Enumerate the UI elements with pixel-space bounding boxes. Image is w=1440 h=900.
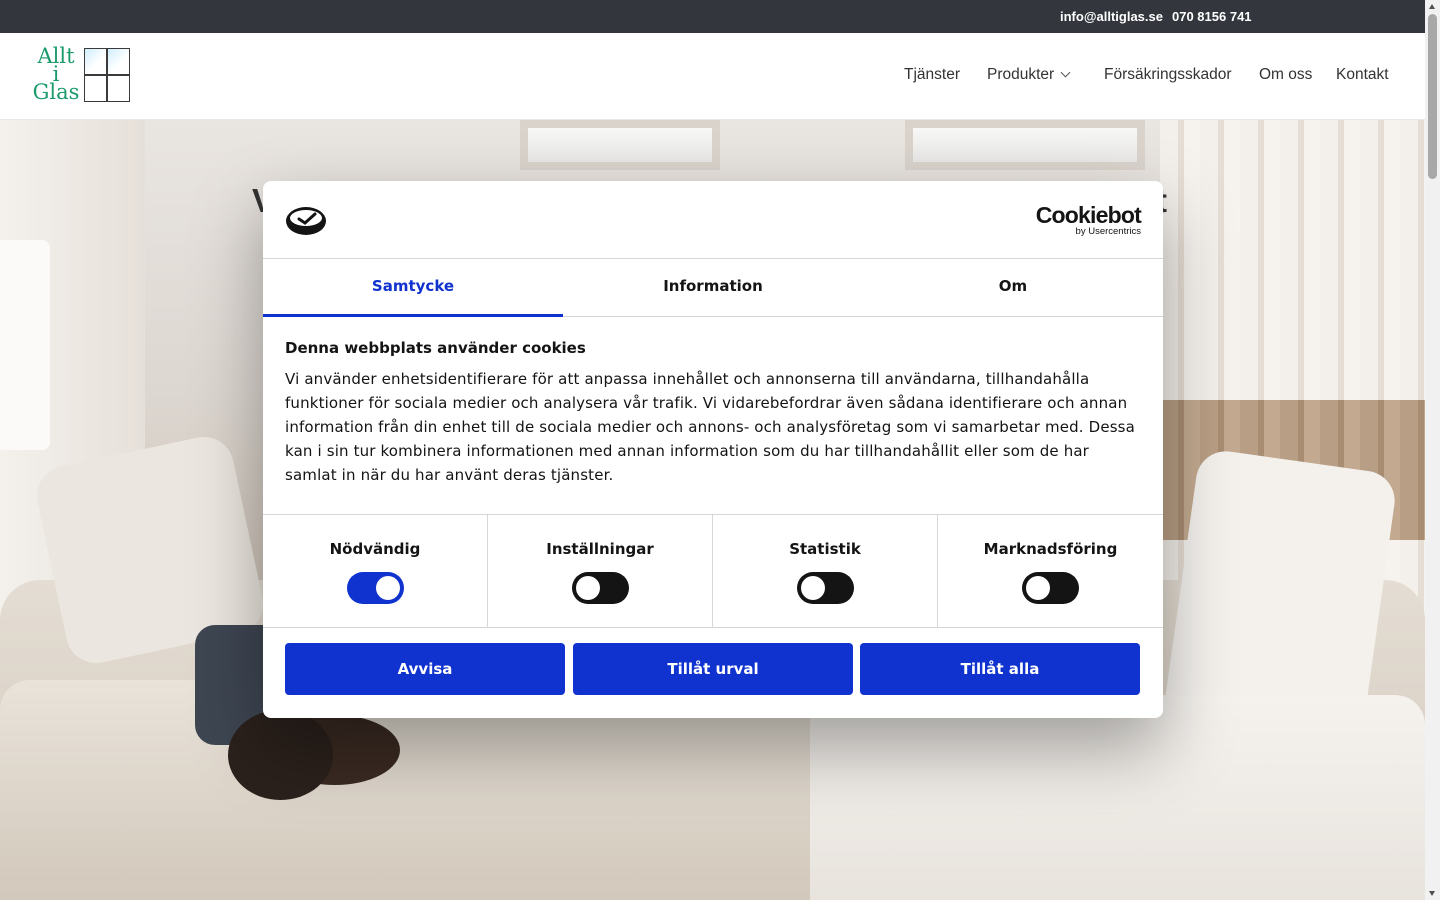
cookie-consent-dialog: Cookiebot by Usercentrics Samtycke Infor… xyxy=(263,181,1163,718)
category-nodvandig: Nödvändig xyxy=(263,515,488,628)
phone-link[interactable]: 070 8156 741 xyxy=(1172,9,1252,24)
nav-item-tjanster[interactable]: Tjänster xyxy=(904,66,960,84)
toggle-nodvandig[interactable] xyxy=(346,572,404,604)
nav-item-produkter[interactable]: Produkter xyxy=(987,66,1071,84)
scrollbar-thumb[interactable] xyxy=(1428,14,1437,179)
tab-om[interactable]: Om xyxy=(863,259,1163,317)
cookiebot-logo-text: Cookiebot xyxy=(1035,202,1142,228)
allow-selection-button[interactable]: Tillåt urval xyxy=(573,643,853,695)
window xyxy=(520,120,720,170)
nav-item-om-oss[interactable]: Om oss xyxy=(1259,66,1312,84)
category-installningar: Inställningar xyxy=(488,515,713,628)
category-label: Inställningar xyxy=(546,540,654,558)
sofa-seat xyxy=(810,695,1425,900)
category-statistik: Statistik xyxy=(713,515,938,628)
logo-text: Allt i Glas xyxy=(30,46,82,104)
site-logo[interactable]: Allt i Glas xyxy=(30,46,132,105)
scroll-up-icon[interactable] xyxy=(1429,4,1435,9)
toggle-statistik[interactable] xyxy=(796,572,854,604)
category-label: Marknadsföring xyxy=(983,540,1118,558)
consent-categories: Nödvändig Inställningar Statistik Markna… xyxy=(263,514,1163,628)
toggle-installningar[interactable] xyxy=(571,572,629,604)
cookie-brand-icon xyxy=(286,207,326,235)
logo-text-line: Glas xyxy=(32,80,80,104)
cookiebot-logo-subtext: by Usercentrics xyxy=(1075,226,1141,237)
email-link[interactable]: info@alltiglas.se xyxy=(1060,9,1163,24)
page-scrollbar[interactable] xyxy=(1425,0,1440,900)
dialog-body: Denna webbplats använder cookies Vi anvä… xyxy=(285,339,1145,487)
dialog-tabs: Samtycke Information Om xyxy=(263,259,1163,317)
reject-button[interactable]: Avvisa xyxy=(285,643,565,695)
window-icon xyxy=(84,48,130,102)
chevron-down-icon xyxy=(1060,67,1071,78)
tab-information[interactable]: Information xyxy=(563,259,863,317)
nav-item-label: Produkter xyxy=(987,66,1055,83)
lamp xyxy=(0,240,50,450)
site-header: Allt i Glas Tjänster Produkter Försäkrin… xyxy=(0,33,1425,120)
dialog-title: Denna webbplats använder cookies xyxy=(285,339,586,357)
category-label: Nödvändig xyxy=(329,540,421,558)
nav-item-kontakt[interactable]: Kontakt xyxy=(1336,66,1389,84)
cookiebot-logo[interactable]: Cookiebot by Usercentrics xyxy=(1035,202,1142,237)
window xyxy=(905,120,1145,170)
scroll-down-icon[interactable] xyxy=(1429,891,1435,896)
category-label: Statistik xyxy=(789,540,861,558)
person-head xyxy=(228,710,333,800)
top-bar: info@alltiglas.se 070 8156 741 xyxy=(0,0,1425,33)
allow-all-button[interactable]: Tillåt alla xyxy=(860,643,1140,695)
tab-samtycke[interactable]: Samtycke xyxy=(263,259,563,317)
dialog-header: Cookiebot by Usercentrics xyxy=(263,181,1163,259)
nav-item-forsakringsskador[interactable]: Försäkringsskador xyxy=(1104,66,1232,84)
category-marknadsforing: Marknadsföring xyxy=(938,515,1163,628)
toggle-marknadsforing[interactable] xyxy=(1022,572,1079,604)
dialog-text: Vi använder enhetsidentifierare för att … xyxy=(285,370,1135,484)
